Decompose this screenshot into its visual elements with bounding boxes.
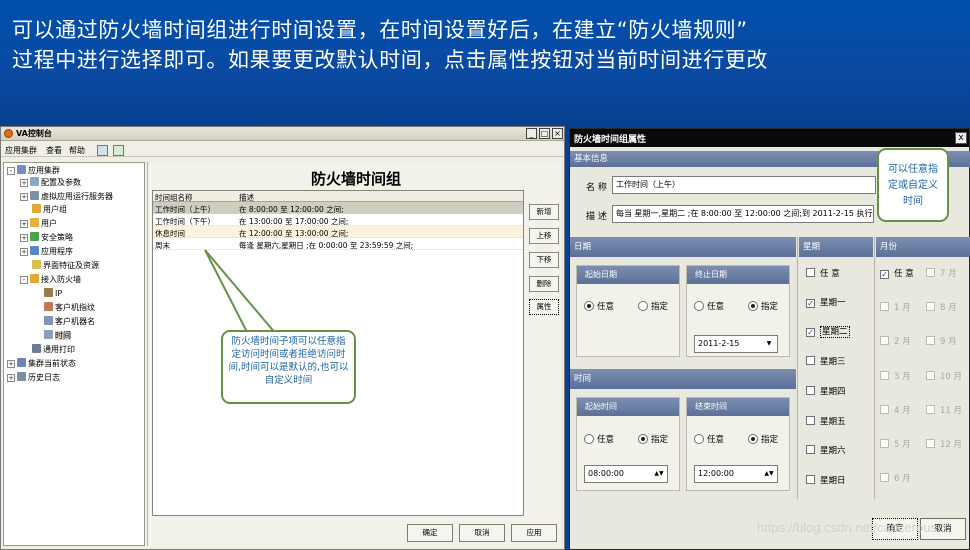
checkbox-icon bbox=[880, 336, 889, 345]
checkbox-icon bbox=[806, 268, 815, 277]
section-divider bbox=[797, 237, 798, 499]
checkbox-checked-icon: ✓ bbox=[806, 299, 815, 308]
start-date-specify-radio[interactable]: 指定 bbox=[638, 300, 668, 312]
time-section-header: 时间 bbox=[570, 369, 796, 389]
month-section-header: 月份 bbox=[876, 237, 970, 257]
end-date-any-radio[interactable]: 任意 bbox=[694, 300, 724, 312]
name-field[interactable]: 工作时间（上午） bbox=[612, 176, 876, 194]
radio-icon bbox=[638, 301, 648, 311]
start-time-header: 起始时间 bbox=[577, 398, 679, 416]
checkbox-icon bbox=[806, 356, 815, 365]
checkbox-icon bbox=[880, 405, 889, 414]
checkbox-icon bbox=[880, 371, 889, 380]
dialog-title-bar: 防火墙时间组属性 x bbox=[570, 129, 969, 147]
end-time-specify-radio[interactable]: 指定 bbox=[748, 433, 778, 445]
week-any-checkbox[interactable]: 任 意 bbox=[806, 267, 840, 279]
week-monday-checkbox[interactable]: ✓ 星期一 bbox=[806, 296, 846, 308]
end-time-header: 结束时间 bbox=[687, 398, 789, 416]
checkbox-icon bbox=[806, 386, 815, 395]
section-divider bbox=[874, 237, 875, 499]
end-time-any-radio[interactable]: 任意 bbox=[694, 433, 724, 445]
desc-label: 描 述 bbox=[586, 212, 607, 222]
desc-field[interactable]: 每当 星期一,星期二 ;在 8:00:00 至 12:00:00 之间;到 20… bbox=[612, 205, 874, 223]
radio-checked-icon bbox=[584, 301, 594, 311]
name-label: 名 称 bbox=[586, 183, 607, 193]
watermark: https://blog.csdn.net/cancerous bbox=[757, 520, 937, 535]
start-time-specify-radio[interactable]: 指定 bbox=[638, 433, 668, 445]
dialog-title: 防火墙时间组属性 bbox=[574, 135, 647, 145]
radio-checked-icon bbox=[638, 434, 648, 444]
checkbox-icon bbox=[926, 302, 935, 311]
week-sunday-checkbox[interactable]: 星期日 bbox=[806, 474, 846, 486]
checkbox-icon bbox=[806, 416, 815, 425]
radio-icon bbox=[694, 301, 704, 311]
week-section-header: 星期 bbox=[799, 237, 873, 257]
dialog-callout: 可以任意指定或自定义时间 bbox=[877, 148, 949, 222]
month-checkbox[interactable]: 5 月 bbox=[880, 438, 911, 450]
spinner-arrows-icon[interactable]: ▲▼ bbox=[763, 467, 775, 481]
checkbox-icon bbox=[926, 268, 935, 277]
week-thursday-checkbox[interactable]: 星期四 bbox=[806, 385, 846, 397]
checkbox-icon bbox=[926, 371, 935, 380]
start-time-spinner[interactable]: 08:00:00 ▲▼ bbox=[584, 465, 668, 483]
left-callout-pointer bbox=[204, 249, 279, 335]
start-date-any-radio[interactable]: 任意 bbox=[584, 300, 614, 312]
checkbox-icon bbox=[926, 439, 935, 448]
checkbox-icon bbox=[880, 473, 889, 482]
radio-checked-icon bbox=[748, 301, 758, 311]
dialog-close-button[interactable]: x bbox=[955, 132, 967, 144]
week-friday-checkbox[interactable]: 星期五 bbox=[806, 415, 846, 427]
week-tuesday-checkbox[interactable]: ✓ 星期二 bbox=[806, 325, 850, 338]
week-saturday-checkbox[interactable]: 星期六 bbox=[806, 444, 846, 456]
month-checkbox[interactable]: 7 月 bbox=[926, 267, 957, 279]
table-callout: 防火墙时间子项可以任意指定访问时间或者拒绝访问时间,时间可以是默认的,也可以自定… bbox=[221, 330, 356, 404]
month-checkbox[interactable]: 2 月 bbox=[880, 335, 911, 347]
checkbox-icon bbox=[806, 475, 815, 484]
month-any-checkbox[interactable]: ✓ 任 意 bbox=[880, 267, 914, 279]
month-checkbox[interactable]: 4 月 bbox=[880, 404, 911, 416]
end-date-specify-radio[interactable]: 指定 bbox=[748, 300, 778, 312]
month-checkbox[interactable]: 6 月 bbox=[880, 472, 911, 484]
checkbox-icon bbox=[806, 445, 815, 454]
end-date-header: 终止日期 bbox=[687, 266, 789, 284]
radio-checked-icon bbox=[748, 434, 758, 444]
end-date-picker[interactable]: 2011-2-15 ▼ bbox=[694, 335, 778, 353]
month-checkbox[interactable]: 11 月 bbox=[926, 404, 962, 416]
checkbox-checked-icon: ✓ bbox=[806, 328, 815, 337]
checkbox-icon bbox=[880, 439, 889, 448]
checkbox-icon bbox=[926, 405, 935, 414]
spinner-arrows-icon[interactable]: ▲▼ bbox=[653, 467, 665, 481]
start-date-header: 起始日期 bbox=[577, 266, 679, 284]
start-time-any-radio[interactable]: 任意 bbox=[584, 433, 614, 445]
month-checkbox[interactable]: 10 月 bbox=[926, 370, 962, 382]
checkbox-icon bbox=[880, 302, 889, 311]
month-checkbox[interactable]: 3 月 bbox=[880, 370, 911, 382]
week-wednesday-checkbox[interactable]: 星期三 bbox=[806, 355, 846, 367]
checkbox-icon bbox=[926, 336, 935, 345]
radio-icon bbox=[694, 434, 704, 444]
checkbox-checked-icon: ✓ bbox=[880, 270, 889, 279]
radio-icon bbox=[584, 434, 594, 444]
end-time-spinner[interactable]: 12:00:00 ▲▼ bbox=[694, 465, 778, 483]
date-section-header: 日期 bbox=[570, 237, 796, 257]
month-checkbox[interactable]: 1 月 bbox=[880, 301, 911, 313]
month-checkbox[interactable]: 9 月 bbox=[926, 335, 957, 347]
month-checkbox[interactable]: 8 月 bbox=[926, 301, 957, 313]
dropdown-arrow-icon[interactable]: ▼ bbox=[763, 337, 775, 351]
month-checkbox[interactable]: 12 月 bbox=[926, 438, 962, 450]
